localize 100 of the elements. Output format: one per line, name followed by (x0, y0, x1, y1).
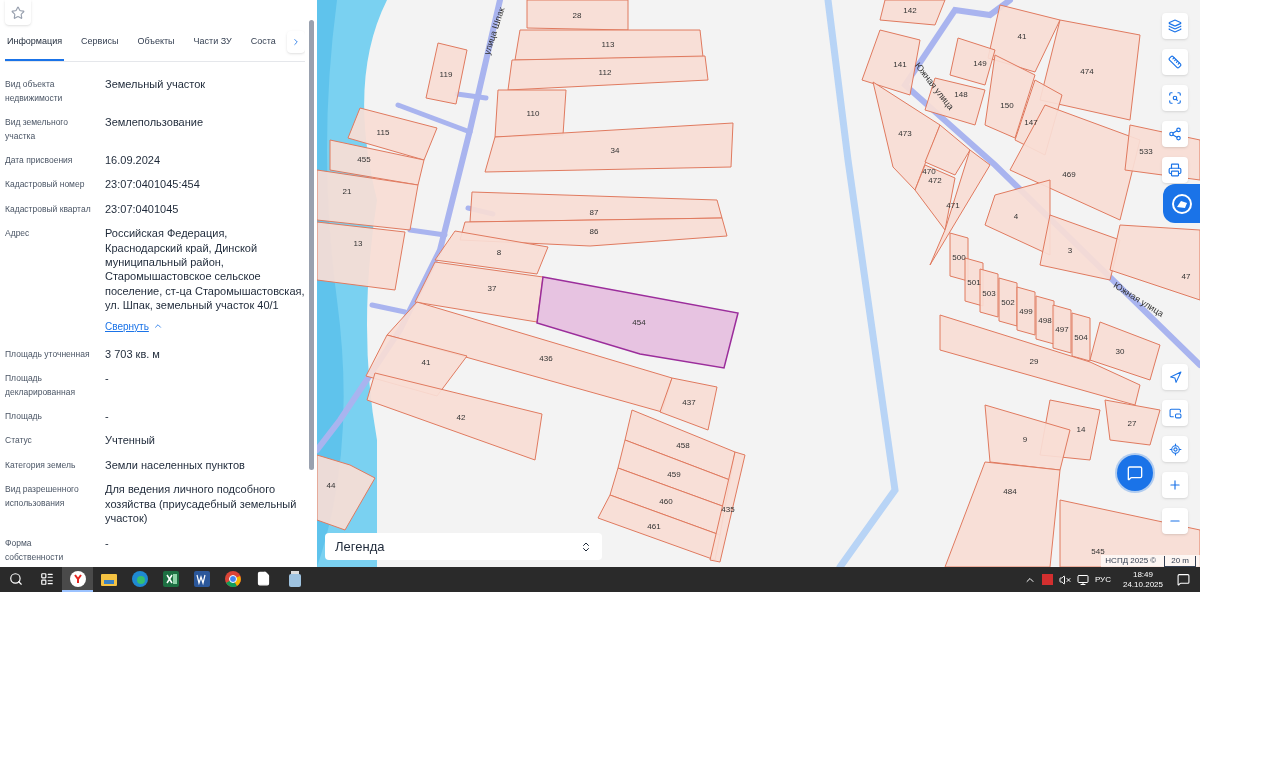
field-label: Дата присвоения (5, 154, 74, 167)
tab[interactable]: Информация (5, 25, 65, 61)
field-label: Форма собственности (5, 536, 65, 564)
field-label: Площадь (5, 410, 43, 424)
land-parcel[interactable] (317, 169, 419, 231)
land-parcel[interactable] (1052, 304, 1072, 354)
land-parcel[interactable] (414, 261, 544, 323)
spreadsheet-app-icon (162, 570, 179, 587)
land-parcel[interactable] (984, 404, 1071, 471)
land-parcel[interactable] (659, 377, 718, 431)
land-parcel[interactable] (507, 55, 709, 91)
parcel-number: 148 (954, 90, 968, 99)
parcel-number: 499 (1019, 307, 1033, 316)
collapse-link[interactable]: Свернуть (105, 318, 163, 334)
language-indicator[interactable]: РУС (1094, 573, 1111, 586)
parcel-number: 455 (357, 155, 371, 164)
land-parcel[interactable] (317, 221, 406, 291)
land-parcel[interactable] (526, 0, 629, 31)
parcel-number: 41 (421, 358, 431, 367)
clock-date: 24.10.2025 (1122, 579, 1163, 590)
parcel-number: 4 (1013, 212, 1019, 221)
zoom-out-button[interactable] (1162, 508, 1188, 534)
parcel-number: 459 (667, 470, 681, 479)
land-parcel[interactable] (1016, 286, 1036, 336)
parcel-number: 9 (1022, 435, 1028, 444)
parcel-number: 437 (682, 398, 696, 407)
tab[interactable]: Части ЗУ (191, 25, 234, 61)
scrollbar[interactable] (309, 20, 314, 470)
land-parcel[interactable] (469, 191, 723, 223)
land-parcel[interactable] (879, 0, 946, 26)
tab[interactable]: Объекты (135, 25, 177, 61)
land-parcel[interactable] (924, 124, 971, 176)
field-label: Кадастровый квартал (5, 202, 92, 216)
area-select-button[interactable] (1162, 85, 1188, 111)
zoom-in-button[interactable] (1162, 472, 1188, 498)
share-button[interactable] (1162, 121, 1188, 147)
land-parcel[interactable] (949, 37, 996, 86)
tab[interactable]: Сервисы (79, 25, 121, 61)
find-location-button[interactable] (1162, 436, 1188, 462)
land-parcel[interactable] (484, 122, 734, 173)
land-parcel[interactable] (709, 451, 746, 563)
taskbar-app[interactable] (62, 567, 93, 592)
land-parcel[interactable] (347, 107, 438, 161)
plus-icon (1168, 478, 1182, 492)
parcel-number: 37 (487, 284, 497, 293)
parcel-number: 13 (353, 239, 363, 248)
chat-icon (1127, 465, 1143, 481)
share-icon (1168, 127, 1182, 141)
land-parcel[interactable] (536, 276, 739, 369)
parcel-number: 150 (1000, 101, 1014, 110)
minimap-button[interactable] (1162, 400, 1188, 426)
land-parcel[interactable] (329, 139, 425, 186)
jar-app-icon (287, 570, 302, 587)
land-parcel[interactable] (434, 230, 549, 275)
favorite-button[interactable] (5, 0, 31, 25)
land-parcel[interactable] (1109, 224, 1200, 301)
parcel-number: 27 (1127, 419, 1137, 428)
tray-app-icon[interactable] (1041, 574, 1053, 585)
land-parcel[interactable] (1104, 399, 1161, 446)
land-parcel[interactable] (998, 277, 1018, 327)
browser-circle-icon (224, 570, 241, 587)
network-icon[interactable] (1076, 573, 1089, 586)
parcel-number: 533 (1139, 147, 1153, 156)
ruler-button[interactable] (1162, 49, 1188, 75)
land-parcel[interactable] (494, 89, 567, 138)
print-button[interactable] (1162, 157, 1188, 183)
locate-button[interactable] (1162, 364, 1188, 390)
ruler-icon (1168, 55, 1182, 69)
file-icon (256, 571, 271, 586)
tab[interactable]: Соста (248, 25, 278, 61)
land-parcel[interactable] (1071, 312, 1091, 362)
land-parcel[interactable] (514, 29, 704, 61)
land-parcel[interactable] (425, 42, 468, 105)
parcel-number: 3 (1067, 246, 1073, 255)
land-parcel[interactable] (459, 217, 728, 247)
chat-button[interactable] (1117, 455, 1153, 491)
parcel-number: 461 (647, 522, 661, 531)
notifications-icon[interactable] (1177, 573, 1190, 586)
clock-time: 18:49 (1132, 569, 1153, 580)
land-parcel[interactable] (1035, 295, 1055, 345)
parcel-number: 47 (1181, 272, 1191, 281)
land-parcel[interactable] (979, 268, 999, 318)
field-value: Земельный участок (105, 77, 207, 92)
field-value: 23:07:0401045:454 (105, 177, 201, 192)
browser-wave-icon (131, 570, 148, 587)
parcel-number: 471 (946, 201, 960, 210)
field-value: 16.09.2024 (105, 153, 162, 168)
parcel-number: 504 (1074, 333, 1088, 342)
assistant-tab[interactable] (1163, 184, 1200, 223)
land-parcel[interactable] (949, 232, 969, 282)
search-icon (8, 571, 23, 586)
field-value: - (105, 535, 110, 550)
land-parcel[interactable] (617, 439, 731, 508)
legend-dropdown[interactable]: Легенда (325, 533, 602, 560)
parcel-number: 500 (952, 253, 966, 262)
volume-muted-icon[interactable] (1058, 573, 1071, 586)
parcel-number: 86 (589, 227, 599, 236)
parcel-number: 435 (721, 505, 735, 514)
layers-button[interactable] (1162, 13, 1188, 39)
parcel-number: 115 (376, 128, 390, 137)
